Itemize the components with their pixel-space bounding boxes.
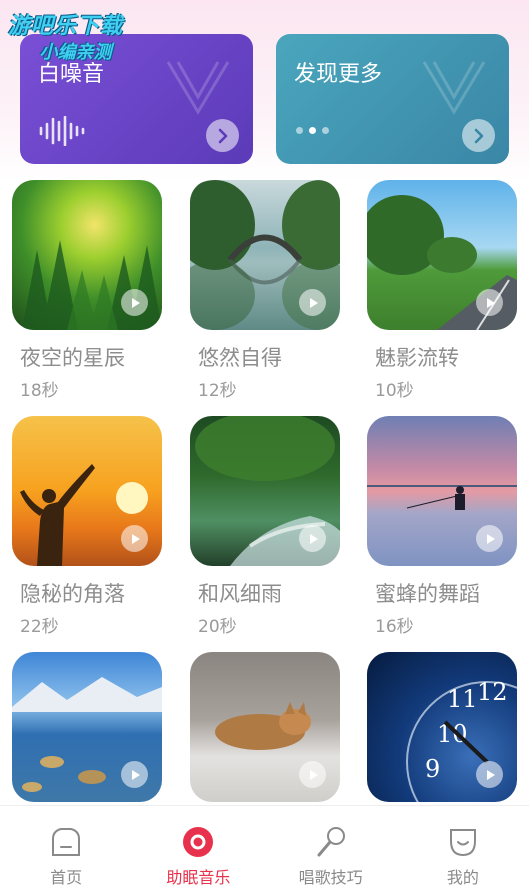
- track-thumbnail[interactable]: [12, 652, 162, 802]
- track-tile[interactable]: 夜空的星辰 18秒: [12, 180, 162, 401]
- play-button[interactable]: [121, 289, 148, 316]
- track-duration: 12秒: [198, 381, 237, 401]
- bottom-tab-bar: 首页 助眠音乐 唱歌技巧 我的: [0, 805, 529, 893]
- svg-text:10: 10: [437, 720, 468, 748]
- sleep-music-screen: 游吧乐下载 小编亲测 白噪音 发现更多 夜空的星辰 18秒 悠然自得 12秒 魅…: [0, 0, 529, 893]
- track-tile[interactable]: 悠然自得 12秒: [190, 180, 340, 401]
- carousel-dot: [322, 127, 329, 134]
- track-thumbnail[interactable]: [12, 416, 162, 566]
- play-icon: [131, 533, 140, 544]
- track-duration: 10秒: [375, 381, 414, 401]
- track-thumbnail[interactable]: [190, 416, 340, 566]
- home-icon: [48, 824, 84, 860]
- track-tile[interactable]: [12, 652, 162, 802]
- white-noise-arrow-button[interactable]: [206, 119, 239, 152]
- track-thumbnail[interactable]: [190, 652, 340, 802]
- carousel-dot-active: [309, 127, 316, 134]
- carousel-dot: [296, 127, 303, 134]
- track-name: 魅影流转: [375, 346, 459, 370]
- track-name: 悠然自得: [198, 346, 282, 370]
- play-button[interactable]: [299, 289, 326, 316]
- discover-more-card[interactable]: 发现更多: [276, 34, 509, 164]
- track-name: 隐秘的角落: [20, 582, 125, 606]
- play-icon: [131, 769, 140, 780]
- track-tile[interactable]: 隐秘的角落 22秒: [12, 416, 162, 637]
- tab-label: 首页: [50, 868, 83, 887]
- tab-label: 唱歌技巧: [298, 868, 363, 887]
- svg-text:9: 9: [425, 755, 440, 783]
- record-icon: [180, 824, 216, 860]
- tab-home[interactable]: 首页: [0, 806, 132, 893]
- track-thumbnail[interactable]: [12, 180, 162, 330]
- track-tile[interactable]: [190, 652, 340, 802]
- play-button[interactable]: [121, 761, 148, 788]
- microphone-icon: [313, 824, 349, 860]
- track-tile[interactable]: 蜜蜂的舞蹈 16秒: [367, 416, 517, 637]
- track-tile[interactable]: 和风细雨 20秒: [190, 416, 340, 637]
- track-name: 蜜蜂的舞蹈: [375, 582, 480, 606]
- card-title: 发现更多: [294, 62, 383, 87]
- play-button[interactable]: [299, 761, 326, 788]
- carousel-dots-icon: [296, 127, 329, 134]
- play-button[interactable]: [121, 525, 148, 552]
- play-button[interactable]: [476, 525, 503, 552]
- play-button[interactable]: [476, 761, 503, 788]
- track-thumbnail[interactable]: 11 12 10 9: [367, 652, 517, 802]
- watermark-line-1: 游吧乐下载: [8, 14, 124, 39]
- play-icon: [309, 533, 318, 544]
- card-decoration-icon: [166, 61, 230, 115]
- track-thumbnail[interactable]: [367, 180, 517, 330]
- chevron-right-icon: [474, 128, 483, 143]
- play-button[interactable]: [299, 525, 326, 552]
- chevron-right-icon: [218, 128, 227, 143]
- card-decoration-icon: [422, 61, 486, 115]
- track-name: 夜空的星辰: [20, 346, 125, 370]
- sound-wave-icon: [39, 116, 85, 146]
- tab-label: 我的: [446, 868, 479, 887]
- play-icon: [131, 297, 140, 308]
- svg-text:12: 12: [477, 678, 508, 706]
- tab-profile[interactable]: 我的: [397, 806, 529, 893]
- discover-more-arrow-button[interactable]: [462, 119, 495, 152]
- tab-singing-tips[interactable]: 唱歌技巧: [265, 806, 397, 893]
- play-icon: [486, 533, 495, 544]
- track-duration: 16秒: [375, 617, 414, 637]
- watermark-line-2: 小编亲测: [39, 42, 112, 63]
- track-name: 和风细雨: [198, 582, 282, 606]
- track-tile[interactable]: 魅影流转 10秒: [367, 180, 517, 401]
- watermark-logo: 游吧乐下载 小编亲测: [8, 8, 123, 64]
- play-icon: [486, 297, 495, 308]
- track-duration: 20秒: [198, 617, 237, 637]
- svg-text:11: 11: [447, 685, 478, 713]
- tab-sleep-music[interactable]: 助眠音乐: [132, 806, 264, 893]
- tab-label: 助眠音乐: [166, 868, 231, 887]
- play-icon: [486, 769, 495, 780]
- play-icon: [309, 769, 318, 780]
- track-thumbnail[interactable]: [367, 416, 517, 566]
- play-icon: [309, 297, 318, 308]
- track-tile[interactable]: 11 12 10 9: [367, 652, 517, 802]
- track-duration: 22秒: [20, 617, 59, 637]
- profile-icon: [445, 824, 481, 860]
- track-duration: 18秒: [20, 381, 59, 401]
- play-button[interactable]: [476, 289, 503, 316]
- track-thumbnail[interactable]: [190, 180, 340, 330]
